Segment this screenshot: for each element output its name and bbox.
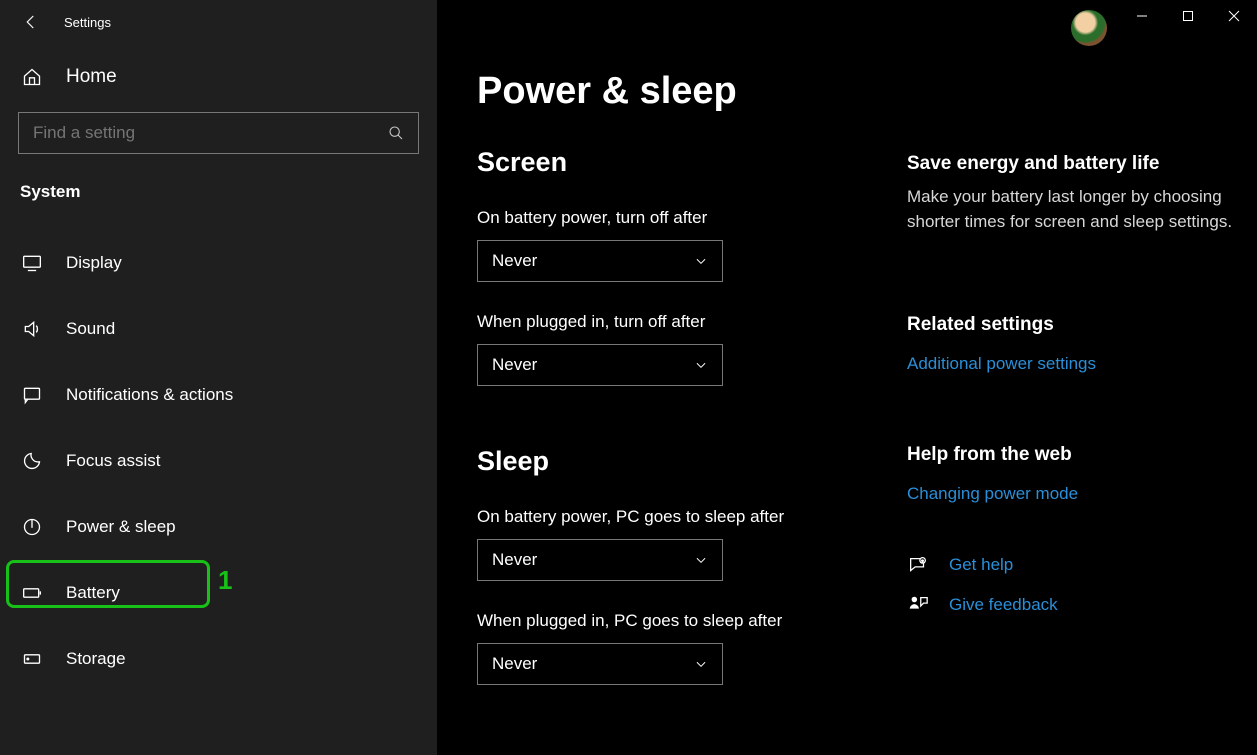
- svg-text:?: ?: [922, 560, 924, 564]
- home-label: Home: [66, 66, 117, 88]
- give-feedback-row[interactable]: Give feedback: [907, 594, 1237, 616]
- sidebar-item-sound[interactable]: Sound: [0, 296, 437, 362]
- sleep-plugged-label: When plugged in, PC goes to sleep after: [477, 611, 877, 631]
- sidebar-item-home[interactable]: Home: [0, 36, 437, 112]
- help-heading: Help from the web: [907, 444, 1237, 466]
- screen-battery-dropdown[interactable]: Never: [477, 240, 723, 282]
- sidebar-category: System: [0, 154, 437, 206]
- additional-power-settings-link[interactable]: Additional power settings: [907, 354, 1096, 374]
- content-pane: Power & sleep Screen On battery power, t…: [437, 0, 1257, 755]
- chevron-down-icon: [694, 254, 708, 268]
- home-icon: [22, 67, 44, 87]
- window-controls: [1119, 0, 1257, 32]
- sidebar-item-label: Sound: [66, 319, 115, 339]
- related-heading: Related settings: [907, 314, 1237, 336]
- dropdown-value: Never: [492, 654, 537, 674]
- user-avatar[interactable]: [1071, 10, 1107, 46]
- changing-power-mode-link[interactable]: Changing power mode: [907, 484, 1078, 504]
- back-button[interactable]: [22, 13, 40, 31]
- main-settings-column: Screen On battery power, turn off after …: [477, 113, 877, 685]
- sidebar: Settings Home System Display: [0, 0, 437, 755]
- feedback-icon: [907, 594, 935, 616]
- sleep-plugged-dropdown[interactable]: Never: [477, 643, 723, 685]
- search-input[interactable]: [33, 123, 367, 143]
- annotation-number-1: 1: [218, 565, 232, 596]
- sidebar-nav: Display Sound Notifications & actions Fo…: [0, 206, 437, 692]
- sidebar-item-display[interactable]: Display: [0, 230, 437, 296]
- chat-icon: [22, 385, 44, 405]
- window-title: Settings: [64, 15, 111, 30]
- energy-heading: Save energy and battery life: [907, 153, 1237, 175]
- titlebar: Settings: [0, 0, 437, 36]
- search-box[interactable]: [18, 112, 419, 154]
- sleep-battery-dropdown[interactable]: Never: [477, 539, 723, 581]
- sidebar-item-label: Display: [66, 253, 122, 273]
- screen-plugged-dropdown[interactable]: Never: [477, 344, 723, 386]
- sidebar-item-label: Power & sleep: [66, 517, 176, 537]
- power-icon: [22, 517, 44, 537]
- screen-plugged-label: When plugged in, turn off after: [477, 312, 877, 332]
- minimize-button[interactable]: [1119, 0, 1165, 32]
- screen-heading: Screen: [477, 147, 877, 178]
- dropdown-value: Never: [492, 355, 537, 375]
- chevron-down-icon: [694, 553, 708, 567]
- sidebar-item-notifications[interactable]: Notifications & actions: [0, 362, 437, 428]
- close-button[interactable]: [1211, 0, 1257, 32]
- sleep-battery-label: On battery power, PC goes to sleep after: [477, 507, 877, 527]
- battery-icon: [22, 583, 44, 603]
- get-help-row[interactable]: ? Get help: [907, 554, 1237, 576]
- moon-icon: [22, 451, 44, 471]
- monitor-icon: [22, 253, 44, 273]
- sleep-heading: Sleep: [477, 446, 877, 477]
- sidebar-item-power-sleep[interactable]: Power & sleep: [0, 494, 437, 560]
- give-feedback-link[interactable]: Give feedback: [949, 595, 1058, 615]
- sidebar-item-label: Notifications & actions: [66, 385, 233, 405]
- chevron-down-icon: [694, 657, 708, 671]
- search-icon: [388, 125, 404, 141]
- sidebar-item-label: Storage: [66, 649, 126, 669]
- maximize-button[interactable]: [1165, 0, 1211, 32]
- sidebar-item-label: Battery: [66, 583, 120, 603]
- help-icon: ?: [907, 554, 935, 576]
- sidebar-item-label: Focus assist: [66, 451, 160, 471]
- energy-text: Make your battery last longer by choosin…: [907, 185, 1237, 234]
- screen-battery-label: On battery power, turn off after: [477, 208, 877, 228]
- info-column: Save energy and battery life Make your b…: [877, 113, 1237, 685]
- settings-app: Settings Home System Display: [0, 0, 1257, 755]
- dropdown-value: Never: [492, 251, 537, 271]
- sound-icon: [22, 319, 44, 339]
- storage-icon: [22, 649, 44, 669]
- dropdown-value: Never: [492, 550, 537, 570]
- get-help-link[interactable]: Get help: [949, 555, 1013, 575]
- sidebar-item-focus-assist[interactable]: Focus assist: [0, 428, 437, 494]
- chevron-down-icon: [694, 358, 708, 372]
- sidebar-item-storage[interactable]: Storage: [0, 626, 437, 692]
